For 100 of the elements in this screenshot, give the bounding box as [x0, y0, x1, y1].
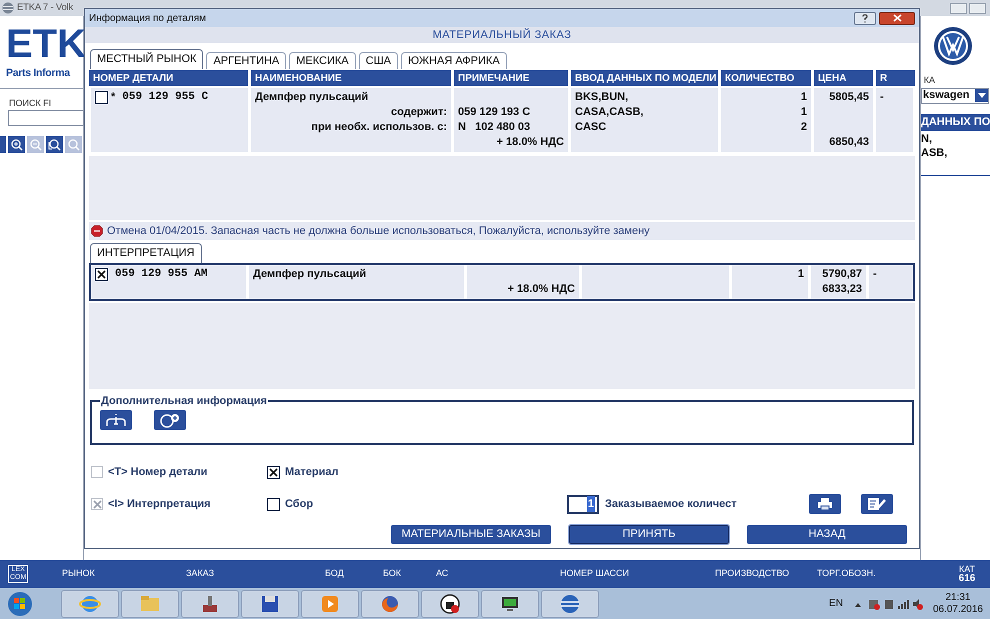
table-cell-text: 1 [800, 105, 807, 120]
zoom-in-icon [10, 138, 23, 152]
table-cell-text: 059 129 955 AM [115, 267, 208, 282]
window-title: ETKA 7 - Volk [17, 2, 74, 14]
magnifier-icon [48, 138, 61, 152]
status-value: 616 [958, 574, 976, 584]
brand-dropdown[interactable]: kswagen [921, 88, 989, 104]
status-label: КАТ [958, 564, 976, 574]
column-header: НАИМЕНОВАНИЕ [251, 70, 451, 86]
status-label: БОД [325, 567, 345, 580]
table-cell-text: + 18.0% НДС [496, 135, 564, 150]
column-header: R [876, 70, 915, 86]
field-label: КА [922, 74, 936, 87]
table-cell-text: N, [921, 132, 933, 144]
app-logo: ETK [5, 22, 83, 66]
table-cell-text: + 18.0% НДС [508, 282, 575, 298]
checkbox[interactable] [267, 466, 280, 478]
table-cell-text: 059 129 955 C [122, 90, 208, 106]
zoom-tool[interactable] [8, 136, 25, 154]
option-label[interactable]: Материал [285, 464, 339, 480]
status-label: НОМЕР ШАССИ [560, 567, 630, 580]
status-label: ПРОИЗВОДСТВО [715, 567, 790, 580]
table-cell-text: 1 [800, 90, 807, 106]
table-cell-text: содержит: [391, 105, 447, 120]
table-cell-text: CASA,CASB, [575, 105, 644, 120]
tab[interactable]: ЮЖНАЯ АФРИКА [401, 52, 507, 69]
windows-logo [7, 590, 33, 616]
status-label: ТОРГ.ОБОЗН. [817, 567, 877, 580]
table-cell-text: ASB, [921, 146, 948, 158]
table-cell-text: 1 [798, 267, 804, 282]
help-button[interactable] [854, 12, 876, 24]
app-icon [439, 592, 461, 614]
action-button[interactable]: ПРИНЯТЬ [569, 525, 729, 544]
table-cell-text: 5805,45 [829, 90, 869, 106]
table-cell-text: Демпфер пульсаций [255, 90, 368, 106]
column-header: КОЛИЧЕСТВО [721, 70, 811, 86]
status-label: АС [436, 567, 450, 580]
magnifier-icon [67, 138, 80, 152]
taskbar-button[interactable] [481, 590, 539, 618]
clock-date: 06.07.2016 [932, 604, 983, 616]
drawing-icon [104, 412, 128, 426]
status-label: ЗАКАЗ [186, 567, 216, 580]
info-button[interactable] [100, 410, 132, 430]
table-cell-text: Демпфер пульсаций [253, 267, 366, 282]
tray-icons[interactable] [852, 598, 923, 610]
table-row[interactable]: * 059 129 955 C Демпфер пульсаций содержит: при необх. использов. с: 059 129 193 C N 102 480 03 + 18.0% НДС BKS,BUN, CASA,CASB, CASC 1 1 2 5805,45 6850,43 - [89, 86, 915, 154]
option-label[interactable]: Сбор [285, 496, 314, 512]
action-button[interactable]: МАТЕРИАЛЬНЫЕ ЗАКАЗЫ [391, 525, 551, 544]
group-title: Дополнительная информация [100, 394, 268, 409]
tab[interactable]: США [358, 52, 398, 69]
table-cell-text: CASC [575, 120, 606, 136]
checkbox[interactable] [95, 91, 108, 104]
column-header: ДАННЫХ ПО [921, 114, 990, 130]
table-cell-text: 5790,87 [822, 267, 862, 282]
table-row[interactable]: 059 129 955 AM Демпфер пульсаций + 18.0% НДС 1 5790,87 6833,23 - [89, 263, 915, 301]
taskbar-button[interactable] [421, 590, 479, 618]
table-cell-text: 6850,43 [829, 135, 869, 150]
dialog-title: Информация по деталям [89, 12, 206, 26]
status-label: БОК [383, 567, 402, 580]
column-header: ВВОД ДАННЫХ ПО МОДЕЛИ [571, 70, 718, 86]
table-cell-text: при необх. использов. с: [311, 120, 447, 136]
checkbox[interactable] [267, 498, 280, 510]
toolbar-strip [0, 136, 6, 154]
pencil-icon [866, 497, 887, 511]
column-header: ПРИМЕЧАНИЕ [454, 70, 568, 86]
zoom-out-icon [29, 138, 42, 152]
table-cell-text: BKS,BUN, [575, 90, 628, 106]
tab[interactable]: ИНТЕРПРЕТАЦИЯ [90, 243, 202, 263]
language-indicator[interactable]: EN [829, 596, 843, 611]
field-label: Заказываемое количест [605, 496, 737, 512]
app-icon [559, 592, 581, 614]
column-header: ЦЕНА [814, 70, 873, 86]
tab[interactable]: МЕКСИКА [289, 52, 356, 69]
status-label: РЫНОК [62, 567, 96, 580]
brand-logo [933, 26, 973, 66]
tab[interactable]: МЕСТНЫЙ РЫНОК [90, 49, 204, 69]
info-button[interactable] [154, 410, 186, 430]
help-icon [862, 14, 868, 22]
tab[interactable]: АРГЕНТИНА [206, 52, 286, 69]
stop-icon [91, 225, 103, 237]
printer-icon [816, 497, 833, 511]
dialog-heading: МАТЕРИАЛЬНЫЙ ЗАКАЗ [432, 27, 572, 43]
search-label: ПОИСК FI [8, 96, 52, 110]
table-cell-text: 6833,23 [822, 282, 862, 298]
table-cell-text: - [873, 267, 877, 282]
table-cell-text: - [880, 90, 884, 106]
quantity-field[interactable]: 1 [567, 494, 599, 514]
zoom-tool[interactable] [46, 136, 63, 154]
edit-button[interactable] [860, 494, 893, 514]
close-button[interactable] [879, 12, 915, 24]
print-button[interactable] [808, 494, 841, 514]
notice-text: Отмена 01/04/2015. Запасная часть не должна больше использоваться, Пожалуйста, используйте замену [107, 224, 650, 239]
clock-time: 21:31 [945, 592, 970, 604]
table-cell-text: 2 [800, 120, 807, 136]
checkbox[interactable] [95, 268, 108, 281]
app-subtitle: Parts Informa [5, 66, 72, 81]
search-field[interactable] [8, 110, 84, 126]
add-circle-icon [158, 412, 182, 428]
action-button[interactable]: НАЗАД [747, 525, 907, 544]
column-header: НОМЕР ДЕТАЛИ [89, 70, 248, 86]
